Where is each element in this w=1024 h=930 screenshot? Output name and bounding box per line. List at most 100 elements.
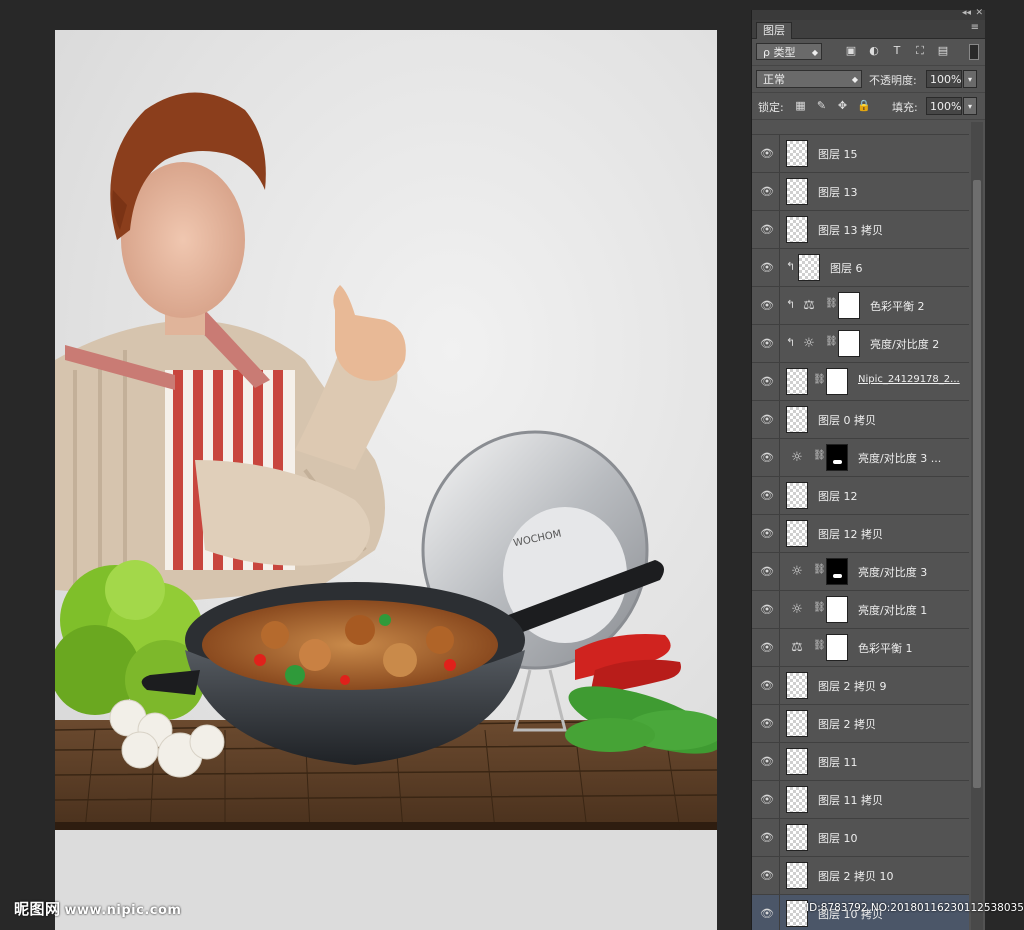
- layer-name[interactable]: 图层 15: [818, 146, 858, 162]
- layer-name[interactable]: 图层 11 拷贝: [818, 792, 883, 808]
- filter-adjustment-icon[interactable]: ◐: [867, 44, 881, 58]
- filter-pixel-icon[interactable]: ▣: [844, 44, 858, 58]
- panel-menu-icon[interactable]: ≡: [971, 22, 979, 33]
- opacity-dropdown-icon[interactable]: ▾: [963, 70, 977, 88]
- visibility-eye-icon[interactable]: 👁: [757, 448, 777, 468]
- layers-scrollbar-thumb[interactable]: [973, 180, 981, 788]
- visibility-eye-icon[interactable]: 👁: [757, 676, 777, 696]
- layer-row[interactable]: 👁 图层 13 拷贝: [752, 211, 969, 249]
- visibility-eye-icon[interactable]: 👁: [757, 296, 777, 316]
- layer-row[interactable]: 👁 图层 12 拷贝: [752, 515, 969, 553]
- layer-thumbnail[interactable]: [786, 786, 808, 813]
- layer-name[interactable]: 图层 2 拷贝: [818, 716, 876, 732]
- filter-shape-icon[interactable]: ⛶: [913, 44, 927, 58]
- layer-row[interactable]: 👁 图层 2 拷贝 9: [752, 667, 969, 705]
- layer-mask-thumbnail[interactable]: [826, 558, 848, 585]
- visibility-eye-icon[interactable]: 👁: [757, 714, 777, 734]
- layer-thumbnail[interactable]: [786, 824, 808, 851]
- layer-mask-thumbnail[interactable]: [826, 634, 848, 661]
- opacity-input[interactable]: 100%: [926, 70, 962, 88]
- layer-thumbnail[interactable]: [786, 520, 808, 547]
- lock-all-icon[interactable]: 🔒: [857, 99, 871, 112]
- visibility-eye-icon[interactable]: 👁: [757, 182, 777, 202]
- layer-mask-thumbnail[interactable]: [826, 596, 848, 623]
- visibility-eye-icon[interactable]: 👁: [757, 638, 777, 658]
- tab-layers[interactable]: 图层: [756, 22, 792, 39]
- layer-thumbnail[interactable]: [786, 368, 808, 395]
- layer-name[interactable]: 图层 0 拷贝: [818, 412, 876, 428]
- layer-name[interactable]: 图层 13: [818, 184, 858, 200]
- layer-row[interactable]: 👁 ☼ ⛓ 亮度/对比度 3 ...: [752, 439, 969, 477]
- layer-thumbnail[interactable]: [786, 178, 808, 205]
- layer-thumbnail[interactable]: [786, 140, 808, 167]
- fill-input[interactable]: 100%: [926, 97, 962, 115]
- layer-thumbnail[interactable]: [798, 254, 820, 281]
- layer-row[interactable]: 👁 ↰ ☼ ⛓ 亮度/对比度 2: [752, 325, 969, 363]
- layer-name[interactable]: 图层 11: [818, 754, 858, 770]
- layer-thumbnail[interactable]: [786, 216, 808, 243]
- visibility-eye-icon[interactable]: 👁: [757, 752, 777, 772]
- visibility-eye-icon[interactable]: 👁: [757, 904, 777, 924]
- link-chain-icon[interactable]: ⛓: [825, 298, 838, 309]
- visibility-eye-icon[interactable]: 👁: [757, 372, 777, 392]
- layer-name[interactable]: 图层 10: [818, 830, 858, 846]
- visibility-eye-icon[interactable]: 👁: [757, 258, 777, 278]
- layer-list[interactable]: 👁 图层 15 👁 图层 13 👁 图层 13 拷贝 👁 ↰ 图层 6 👁 ↰ ⚖ ⛓ 色彩平衡 2 👁 ↰ ☼…: [752, 122, 969, 930]
- layer-row[interactable]: 👁 图层 2 拷贝: [752, 705, 969, 743]
- layer-name[interactable]: 色彩平衡 2: [870, 298, 925, 314]
- layer-name[interactable]: Nipic_24129178_2...: [858, 374, 960, 385]
- visibility-eye-icon[interactable]: 👁: [757, 486, 777, 506]
- layers-scrollbar[interactable]: [971, 122, 983, 930]
- filter-type-icon[interactable]: T: [890, 44, 904, 58]
- link-chain-icon[interactable]: ⛓: [813, 374, 826, 385]
- link-chain-icon[interactable]: ⛓: [825, 336, 838, 347]
- layer-row[interactable]: 👁 ⛓ Nipic_24129178_2...: [752, 363, 969, 401]
- visibility-eye-icon[interactable]: 👁: [757, 524, 777, 544]
- lock-image-icon[interactable]: ✎: [815, 99, 828, 112]
- layer-row[interactable]: 👁 ⚖ ⛓ 色彩平衡 1: [752, 629, 969, 667]
- fill-dropdown-icon[interactable]: ▾: [963, 97, 977, 115]
- layer-thumbnail[interactable]: [786, 862, 808, 889]
- visibility-eye-icon[interactable]: 👁: [757, 600, 777, 620]
- layer-thumbnail[interactable]: [786, 406, 808, 433]
- filter-toggle[interactable]: [969, 44, 979, 60]
- document-canvas[interactable]: WOCHOM: [55, 30, 717, 930]
- visibility-eye-icon[interactable]: 👁: [757, 866, 777, 886]
- layer-thumbnail[interactable]: [786, 672, 808, 699]
- link-chain-icon[interactable]: ⛓: [813, 564, 826, 575]
- lock-transparency-icon[interactable]: ▦: [794, 99, 807, 112]
- visibility-eye-icon[interactable]: 👁: [757, 828, 777, 848]
- layer-name[interactable]: 图层 2 拷贝 9: [818, 678, 887, 694]
- visibility-eye-icon[interactable]: 👁: [757, 410, 777, 430]
- visibility-eye-icon[interactable]: 👁: [757, 220, 777, 240]
- filter-smart-object-icon[interactable]: ▤: [936, 44, 950, 58]
- layer-name[interactable]: 亮度/对比度 2: [870, 336, 939, 352]
- collapse-panel-icon[interactable]: ◂◂: [962, 8, 971, 18]
- layer-name[interactable]: 图层 12 拷贝: [818, 526, 883, 542]
- layer-thumbnail[interactable]: [786, 482, 808, 509]
- layer-mask-thumbnail[interactable]: [826, 444, 848, 471]
- layer-thumbnail[interactable]: [786, 900, 808, 927]
- layer-name[interactable]: 图层 6: [830, 260, 863, 276]
- lock-position-icon[interactable]: ✥: [836, 99, 849, 112]
- link-chain-icon[interactable]: ⛓: [813, 602, 826, 613]
- layer-row[interactable]: 👁 图层 11: [752, 743, 969, 781]
- layer-name[interactable]: 亮度/对比度 3 ...: [858, 450, 941, 466]
- layer-row[interactable]: 👁 ☼ ⛓ 亮度/对比度 1: [752, 591, 969, 629]
- visibility-eye-icon[interactable]: 👁: [757, 144, 777, 164]
- layer-name[interactable]: 图层 2 拷贝 10: [818, 868, 894, 884]
- layer-name[interactable]: 亮度/对比度 3: [858, 564, 927, 580]
- blend-mode-select[interactable]: 正常 ◆: [756, 70, 862, 88]
- layer-name[interactable]: 亮度/对比度 1: [858, 602, 927, 618]
- visibility-eye-icon[interactable]: 👁: [757, 790, 777, 810]
- layer-name[interactable]: 图层 12: [818, 488, 858, 504]
- layer-mask-thumbnail[interactable]: [838, 330, 860, 357]
- layer-row[interactable]: 👁 图层 13: [752, 173, 969, 211]
- link-chain-icon[interactable]: ⛓: [813, 450, 826, 461]
- layer-row[interactable]: 👁 ☼ ⛓ 亮度/对比度 3: [752, 553, 969, 591]
- layer-thumbnail[interactable]: [786, 748, 808, 775]
- layer-thumbnail[interactable]: [786, 710, 808, 737]
- link-chain-icon[interactable]: ⛓: [813, 640, 826, 651]
- layer-row[interactable]: 👁 图层 11 拷贝: [752, 781, 969, 819]
- layer-row[interactable]: 👁 图层 2 拷贝 10: [752, 857, 969, 895]
